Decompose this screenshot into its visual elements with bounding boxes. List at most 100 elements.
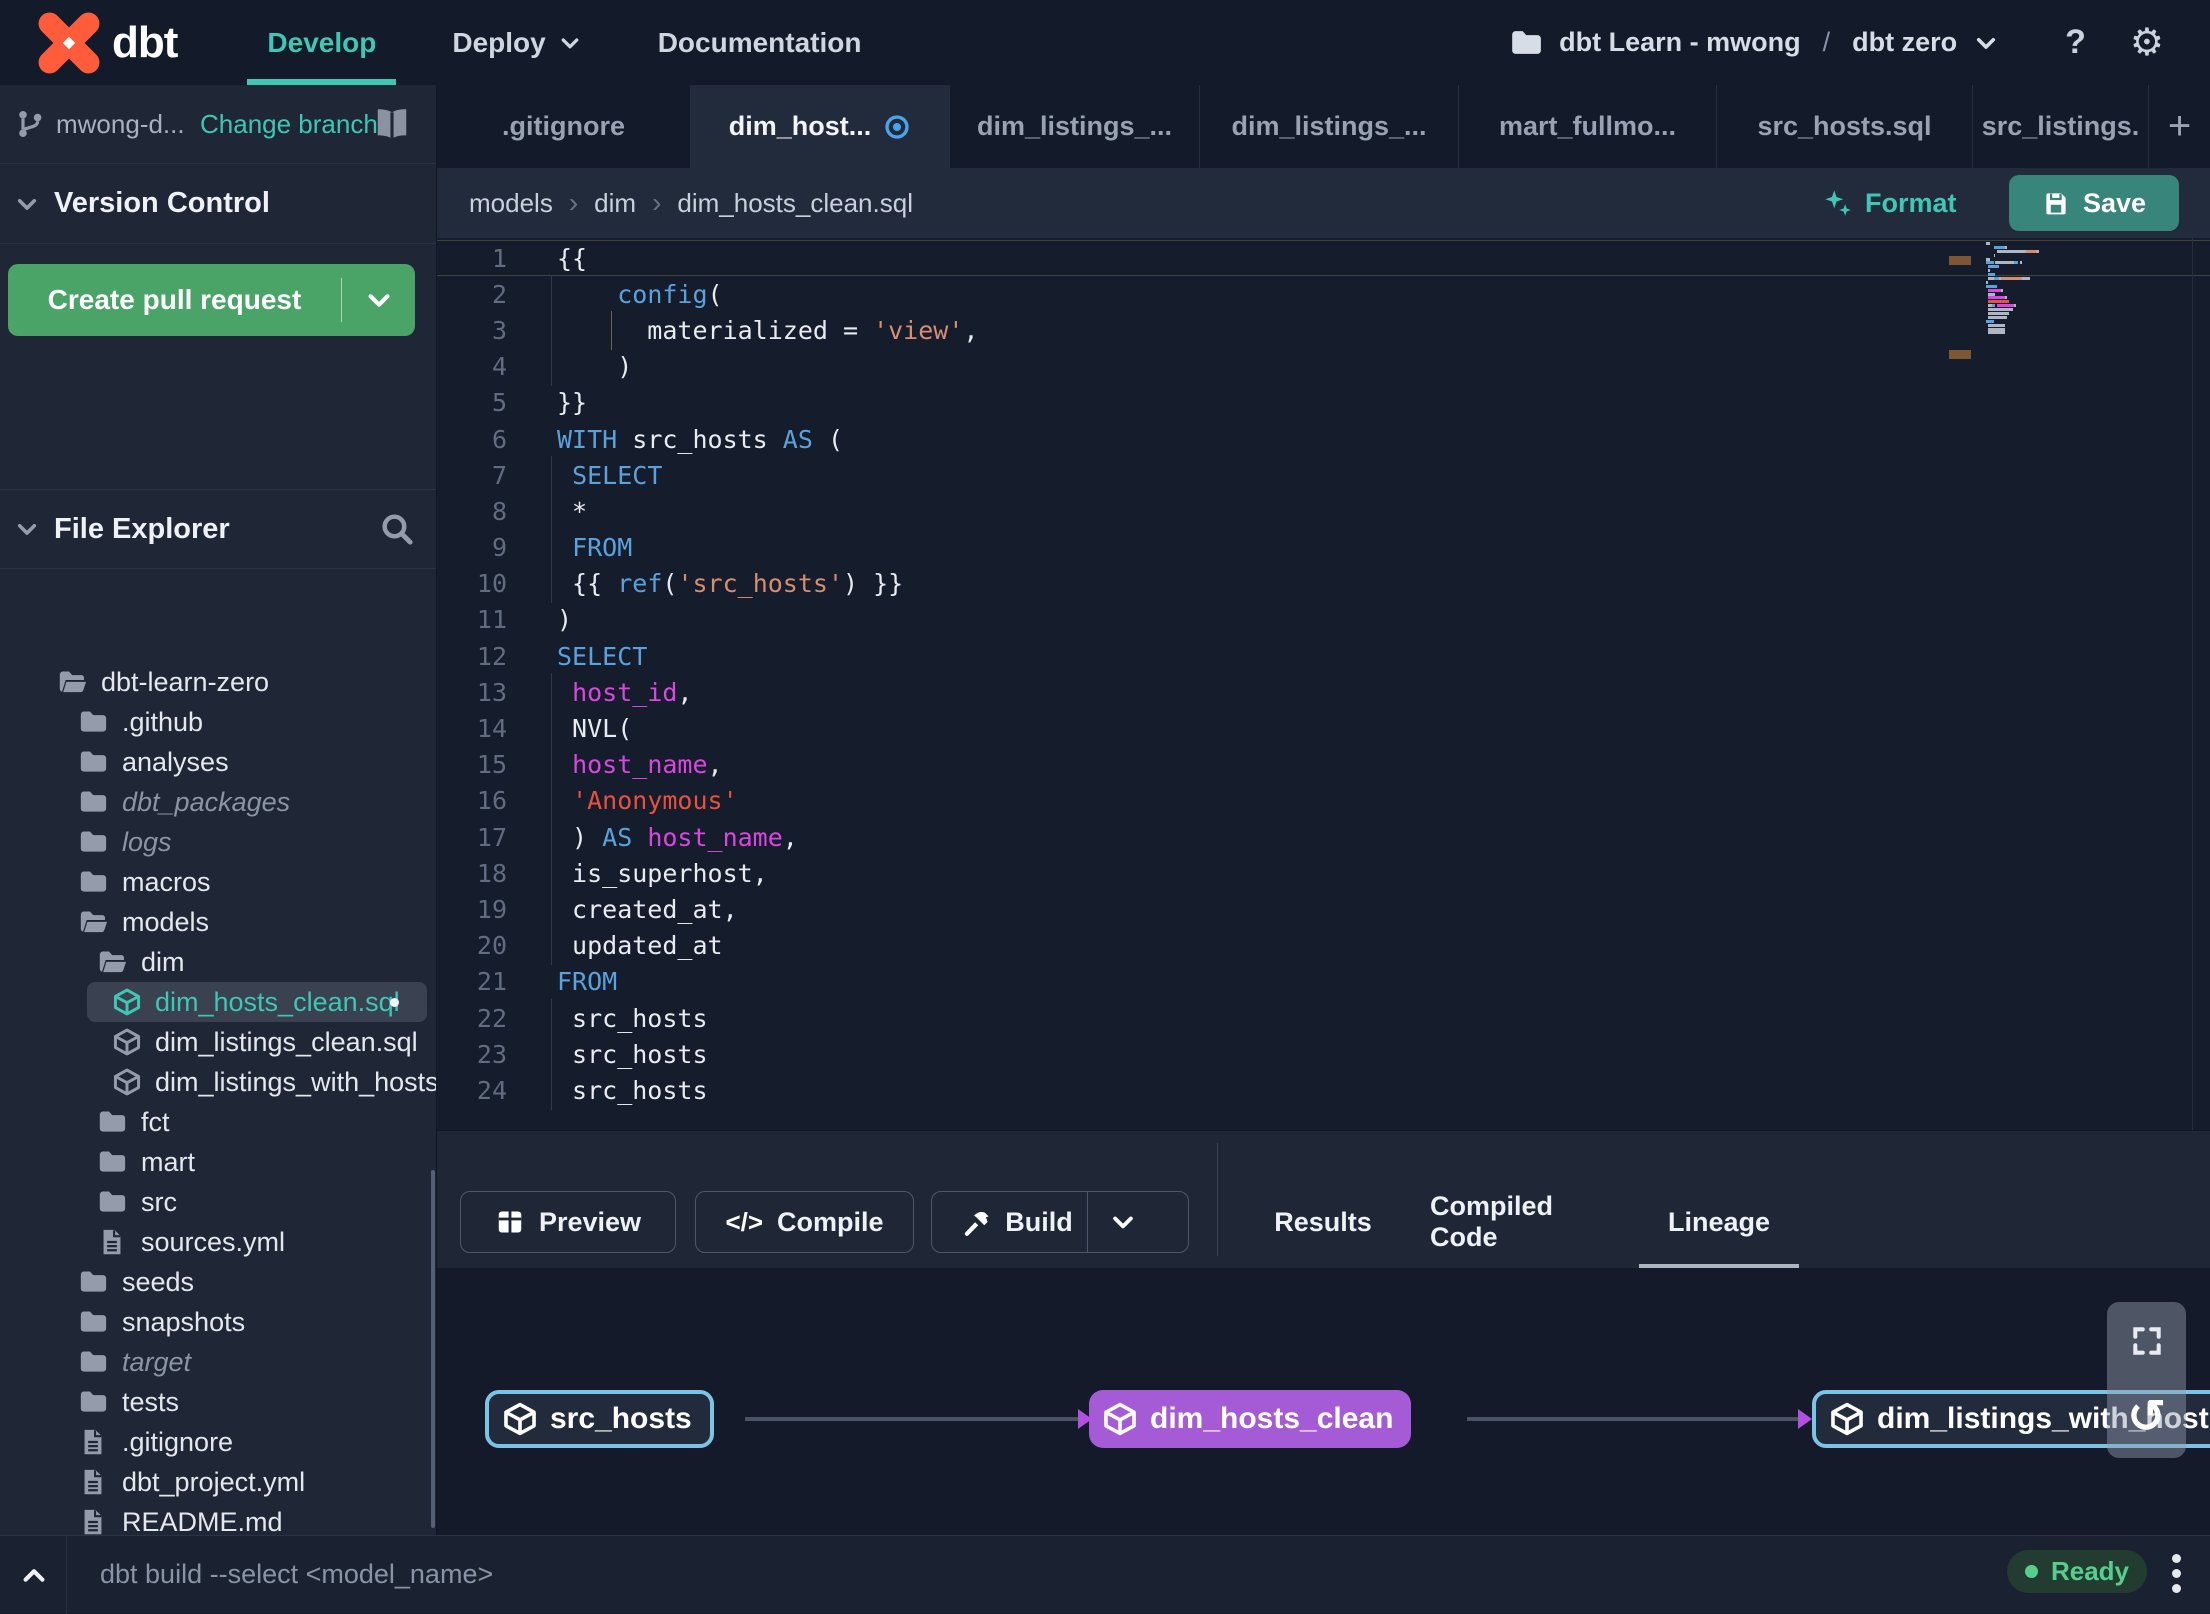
tree-item-dbt_packages[interactable]: dbt_packages (0, 782, 436, 822)
code-line-4[interactable]: 4 ) (437, 347, 2210, 387)
pr-dropdown-caret[interactable] (341, 278, 415, 322)
gear-icon[interactable]: ⚙ (2130, 20, 2164, 65)
file-tab-6[interactable]: src_listings. (1973, 85, 2149, 168)
tree-item-models[interactable]: models (0, 902, 436, 942)
code-line-19[interactable]: 19 created_at, (437, 889, 2210, 929)
sidebar-scrollbar[interactable] (431, 1170, 435, 1528)
nav-item-develop[interactable]: Develop (247, 0, 397, 85)
file-icon (78, 1467, 108, 1497)
compile-button[interactable]: </> Compile (695, 1191, 914, 1253)
breadcrumb-part[interactable]: dim_hosts_clean.sql (677, 188, 913, 219)
lineage-node-src_hosts[interactable]: src_hosts (485, 1390, 714, 1448)
nav-item-documentation[interactable]: Documentation (658, 0, 862, 85)
tree-item-label: snapshots (122, 1306, 246, 1337)
code-line-23[interactable]: 23 src_hosts (437, 1034, 2210, 1074)
chevron-up-icon[interactable] (16, 1560, 52, 1590)
nav-item-deploy[interactable]: Deploy (452, 0, 581, 85)
new-tab-button[interactable]: + (2149, 85, 2210, 168)
code-line-13[interactable]: 13 host_id, (437, 672, 2210, 712)
code-line-15[interactable]: 15 host_name, (437, 745, 2210, 785)
code-line-3[interactable]: 3 materialized = 'view', (437, 310, 2210, 350)
file-explorer-header[interactable]: File Explorer (0, 489, 436, 569)
format-button[interactable]: Format (1823, 188, 1957, 219)
code-line-17[interactable]: 17 ) AS host_name, (437, 817, 2210, 857)
breadcrumb-part[interactable]: dim (594, 188, 636, 219)
tree-item-mart[interactable]: mart (0, 1142, 436, 1182)
file-tree: dbt-learn-zero .github analyses dbt_package… (0, 660, 436, 1535)
tree-item-sources.yml[interactable]: sources.yml (0, 1222, 436, 1262)
code-line-6[interactable]: 6 WITH src_hosts AS ( (437, 421, 2210, 457)
search-icon[interactable] (380, 512, 414, 546)
file-tab-0[interactable]: .gitignore (437, 85, 691, 168)
code-line-18[interactable]: 18 is_superhost, (437, 853, 2210, 893)
docs-book-icon[interactable] (373, 105, 411, 143)
folder-icon (78, 1267, 108, 1297)
tree-item-dim_listings_clean.sql[interactable]: dim_listings_clean.sql (0, 1022, 436, 1062)
minimap[interactable] (1949, 242, 2116, 359)
code-line-22[interactable]: 22 src_hosts (437, 998, 2210, 1038)
tree-item-README.md[interactable]: README.md (0, 1502, 436, 1535)
tree-item-seeds[interactable]: seeds (0, 1262, 436, 1302)
tree-item-fct[interactable]: fct (0, 1102, 436, 1142)
line-number: 17 (476, 822, 507, 852)
code-editor[interactable]: 1{{2 config(3 materialized = 'view', 4 ) 5… (437, 238, 2210, 1130)
code-line-7[interactable]: 7 SELECT (437, 455, 2210, 495)
change-branch-link[interactable]: Change branch (200, 109, 378, 140)
tree-item-analyses[interactable]: analyses (0, 742, 436, 782)
save-button[interactable]: Save (2009, 175, 2179, 231)
code-line-14[interactable]: 14 NVL( (437, 709, 2210, 749)
file-tab-5[interactable]: src_hosts.sql (1717, 85, 1973, 168)
help-button[interactable]: ? (2065, 23, 2086, 62)
tree-item-dim[interactable]: dim (0, 942, 436, 982)
folder-icon (78, 1387, 108, 1417)
refresh-icon[interactable]: ↺ (2127, 1393, 2166, 1439)
code-line-10[interactable]: 10 {{ ref('src_hosts') }} (437, 564, 2210, 604)
build-dropdown-caret[interactable] (1086, 1192, 1159, 1252)
dbt-logo[interactable]: dbt (36, 10, 178, 76)
code-line-2[interactable]: 2 config( (437, 274, 2210, 314)
version-control-header[interactable]: Version Control (0, 164, 436, 244)
build-button[interactable]: Build (931, 1191, 1189, 1253)
code-line-1[interactable]: 1 {{ (437, 240, 2210, 277)
lineage-node-dim_hosts_clean[interactable]: dim_hosts_clean (1089, 1390, 1412, 1448)
tree-item-dim_hosts_clean.sql[interactable]: dim_hosts_clean.sql (87, 982, 427, 1022)
tree-item-target[interactable]: target (0, 1342, 436, 1382)
tree-item-dbt-learn-zero[interactable]: dbt-learn-zero (0, 662, 436, 702)
kebab-menu-icon[interactable] (2172, 1554, 2181, 1593)
code-line-8[interactable]: 8 * (437, 491, 2210, 531)
create-pull-request-button[interactable]: Create pull request (8, 264, 415, 336)
tree-item-snapshots[interactable]: snapshots (0, 1302, 436, 1342)
panel-tab-results[interactable]: Results (1274, 1191, 1372, 1253)
tree-item-tests[interactable]: tests (0, 1382, 436, 1422)
code-line-12[interactable]: 12 SELECT (437, 638, 2210, 674)
panel-tab-lineage[interactable]: Lineage (1649, 1191, 1789, 1253)
code-line-20[interactable]: 20 updated_at (437, 926, 2210, 966)
file-tab-1[interactable]: dim_host... (691, 85, 950, 168)
tree-item-dbt_project.yml[interactable]: dbt_project.yml (0, 1462, 436, 1502)
tree-item-macros[interactable]: macros (0, 862, 436, 902)
file-tab-2[interactable]: dim_listings_... (950, 85, 1200, 168)
code-line-24[interactable]: 24 src_hosts (437, 1070, 2210, 1110)
panel-tab-compiled-code[interactable]: Compiled Code (1430, 1191, 1607, 1253)
code-line-9[interactable]: 9 FROM (437, 528, 2210, 568)
code-line-5[interactable]: 5}} (437, 385, 2210, 421)
code-line-21[interactable]: 21 FROM (437, 964, 2210, 1000)
tree-item-logs[interactable]: logs (0, 822, 436, 862)
file-tab-3[interactable]: dim_listings_... (1200, 85, 1459, 168)
breadcrumb-part[interactable]: models (469, 188, 553, 219)
file-icon (78, 1427, 108, 1457)
tree-item-src[interactable]: src (0, 1182, 436, 1222)
lineage-node-label: dim_hosts_clean (1150, 1402, 1394, 1435)
file-tab-4[interactable]: mart_fullmo... (1459, 85, 1717, 168)
fullscreen-icon[interactable] (2130, 1324, 2164, 1358)
code-line-11[interactable]: 11) (437, 602, 2210, 638)
code-text: FROM (557, 967, 618, 997)
tree-item-dim_listings_with_hosts...[interactable]: dim_listings_with_hosts... (0, 1062, 436, 1102)
tree-item-.gitignore[interactable]: .gitignore (0, 1422, 436, 1462)
code-line-16[interactable]: 16 'Anonymous' (437, 781, 2210, 821)
tree-item-.github[interactable]: .github (0, 702, 436, 742)
preview-button[interactable]: Preview (460, 1191, 676, 1253)
command-placeholder[interactable]: dbt build --select <model_name> (100, 1559, 493, 1590)
project-selector[interactable]: dbt Learn - mwong / dbt zero (1509, 26, 1999, 60)
lineage-canvas[interactable]: src_hosts dim_hosts_clean dim_listings_wit… (437, 1268, 2210, 1535)
